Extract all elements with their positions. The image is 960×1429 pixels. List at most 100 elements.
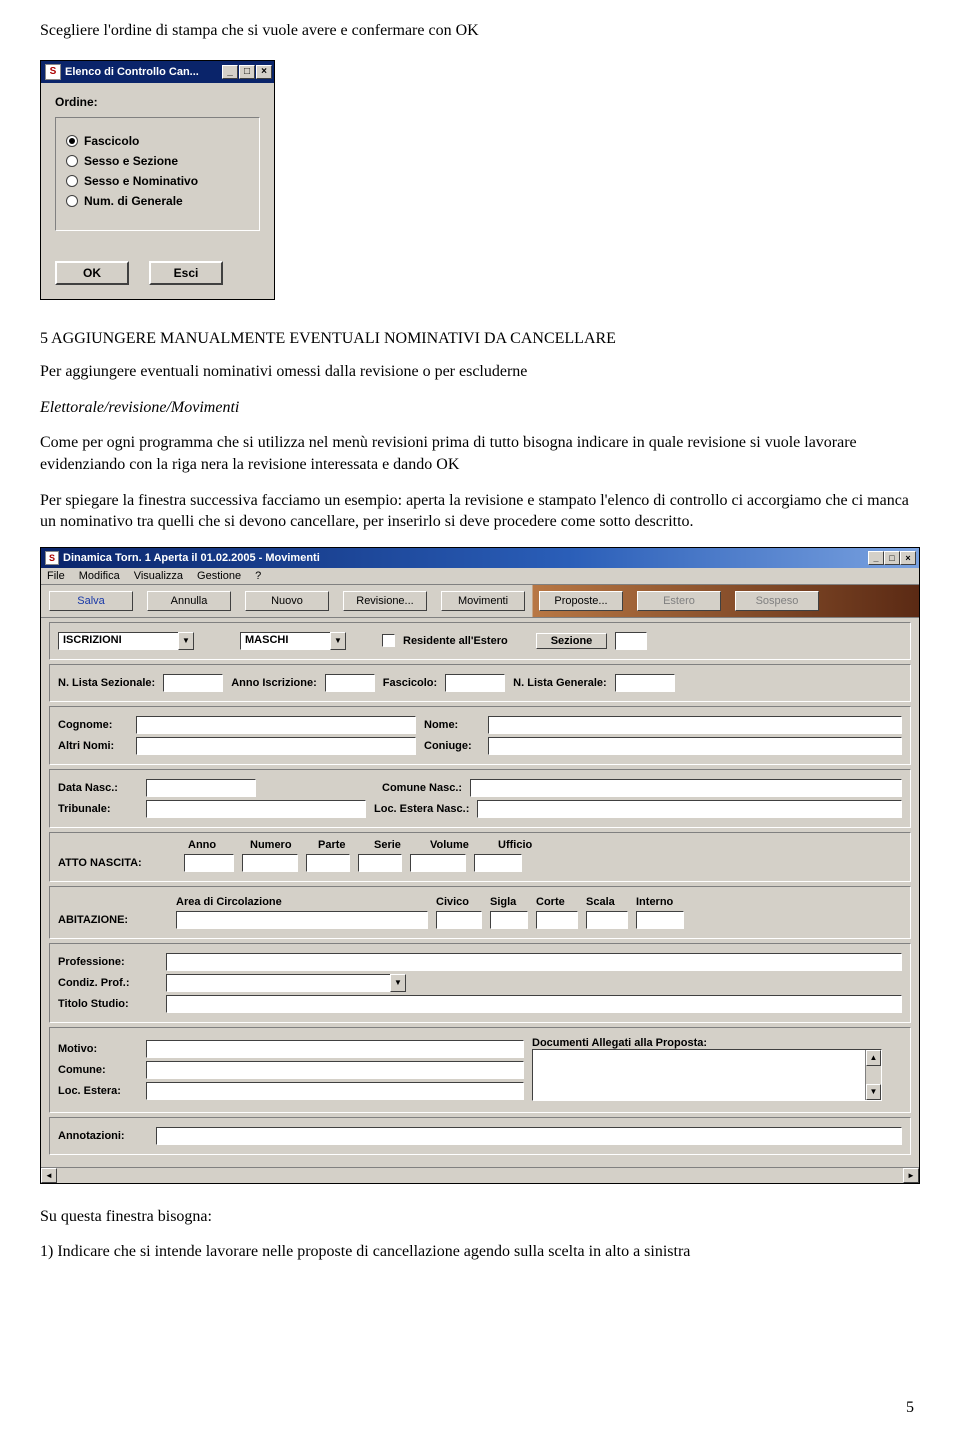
coniuge-input[interactable] (488, 737, 902, 755)
radio-label: Num. di Generale (84, 194, 183, 208)
section5-p3: Per spiegare la finestra successiva facc… (40, 490, 920, 533)
anno-iscr-input[interactable] (325, 674, 375, 692)
minimize-icon[interactable]: _ (868, 551, 884, 565)
scala-input[interactable] (586, 911, 628, 929)
loc-estera-nasc-input[interactable] (477, 800, 902, 818)
comune-label: Comune: (58, 1064, 138, 1076)
menu-visualizza[interactable]: Visualizza (134, 570, 183, 582)
horizontal-scrollbar[interactable]: ◄ ► (41, 1167, 919, 1183)
nome-input[interactable] (488, 716, 902, 734)
atto-volume-input[interactable] (410, 854, 466, 872)
cognome-input[interactable] (136, 716, 416, 734)
toolbar: Salva Annulla Nuovo Revisione... Movimen… (41, 585, 919, 618)
menubar: File Modifica Visualizza Gestione ? (41, 568, 919, 585)
atto-serie-input[interactable] (358, 854, 402, 872)
interno-input[interactable] (636, 911, 684, 929)
maschi-dropdown[interactable]: MASCHI ▼ (240, 632, 346, 650)
professione-input[interactable] (166, 953, 902, 971)
ordine-group: Fascicolo Sesso e Sezione Sesso e Nomina… (55, 117, 260, 231)
col-ufficio: Ufficio (498, 839, 546, 851)
doc-allegati-textarea[interactable]: ▲ ▼ (532, 1049, 882, 1101)
radio-sesso-sezione[interactable]: Sesso e Sezione (66, 154, 249, 168)
maximize-icon[interactable]: □ (239, 65, 255, 79)
scroll-right-icon[interactable]: ► (903, 1168, 919, 1183)
data-nasc-input[interactable] (146, 779, 256, 797)
condiz-prof-dropdown[interactable]: ▼ (166, 974, 406, 992)
section5-heading: 5 AGGIUNGERE MANUALMENTE EVENTUALI NOMIN… (40, 328, 920, 350)
cognome-label: Cognome: (58, 719, 128, 731)
menu-gestione[interactable]: Gestione (197, 570, 241, 582)
titolo-studio-input[interactable] (166, 995, 902, 1013)
menu-help[interactable]: ? (255, 570, 261, 582)
scrollbar[interactable]: ▲ ▼ (865, 1050, 881, 1100)
loc-estera-label: Loc. Estera: (58, 1085, 138, 1097)
close-icon[interactable]: × (256, 65, 272, 79)
intro-paragraph: Scegliere l'ordine di stampa che si vuol… (40, 20, 920, 42)
radio-sesso-nominativo[interactable]: Sesso e Nominativo (66, 174, 249, 188)
scroll-left-icon[interactable]: ◄ (41, 1168, 57, 1183)
ordine-label: Ordine: (55, 95, 260, 109)
revisione-button[interactable]: Revisione... (343, 591, 427, 611)
atto-numero-input[interactable] (242, 854, 298, 872)
nome-label: Nome: (424, 719, 480, 731)
app-icon: S (45, 64, 61, 80)
annulla-button[interactable]: Annulla (147, 591, 231, 611)
data-nasc-label: Data Nasc.: (58, 782, 138, 794)
estero-button[interactable]: Estero (637, 591, 721, 611)
altri-nomi-label: Altri Nomi: (58, 740, 128, 752)
comune-input[interactable] (146, 1061, 524, 1079)
salva-button[interactable]: Salva (49, 591, 133, 611)
maximize-icon[interactable]: □ (884, 551, 900, 565)
atto-nascita-label: ATTO NASCITA: (58, 857, 176, 869)
sezione-button[interactable]: Sezione (536, 633, 608, 649)
coniuge-label: Coniuge: (424, 740, 480, 752)
n-lista-gen-input[interactable] (615, 674, 675, 692)
movimenti-window: S Dinamica Torn. 1 Aperta il 01.02.2005 … (40, 547, 920, 1184)
movimenti-button[interactable]: Movimenti (441, 591, 525, 611)
n-lista-sez-label: N. Lista Sezionale: (58, 677, 155, 689)
nuovo-button[interactable]: Nuovo (245, 591, 329, 611)
fascicolo-input[interactable] (445, 674, 505, 692)
atto-ufficio-input[interactable] (474, 854, 522, 872)
ok-button[interactable]: OK (55, 261, 129, 285)
condiz-prof-label: Condiz. Prof.: (58, 977, 158, 989)
win2-title: Dinamica Torn. 1 Aperta il 01.02.2005 - … (63, 552, 868, 564)
loc-estera-input[interactable] (146, 1082, 524, 1100)
residente-estero-checkbox[interactable] (382, 634, 395, 647)
sezione-input[interactable] (615, 632, 647, 650)
close-icon[interactable]: × (900, 551, 916, 565)
iscrizioni-dropdown[interactable]: ISCRIZIONI ▼ (58, 632, 194, 650)
scroll-up-icon[interactable]: ▲ (866, 1050, 881, 1066)
esci-button[interactable]: Esci (149, 261, 223, 285)
corte-input[interactable] (536, 911, 578, 929)
n-lista-sez-input[interactable] (163, 674, 223, 692)
radio-num-generale[interactable]: Num. di Generale (66, 194, 249, 208)
radio-fascicolo[interactable]: Fascicolo (66, 134, 249, 148)
maschi-value: MASCHI (240, 632, 330, 650)
area-circ-input[interactable] (176, 911, 428, 929)
tribunale-label: Tribunale: (58, 803, 138, 815)
menu-file[interactable]: File (47, 570, 65, 582)
motivo-input[interactable] (146, 1040, 524, 1058)
col-serie: Serie (374, 839, 418, 851)
radio-icon (66, 175, 78, 187)
annotazioni-label: Annotazioni: (58, 1130, 148, 1142)
atto-parte-input[interactable] (306, 854, 350, 872)
interno-label: Interno (636, 896, 692, 908)
col-parte: Parte (318, 839, 362, 851)
comune-nasc-input[interactable] (470, 779, 902, 797)
annotazioni-input[interactable] (156, 1127, 902, 1145)
sospeso-button[interactable]: Sospeso (735, 591, 819, 611)
col-volume: Volume (430, 839, 486, 851)
sigla-input[interactable] (490, 911, 528, 929)
fascicolo-label: Fascicolo: (383, 677, 437, 689)
altri-nomi-input[interactable] (136, 737, 416, 755)
tribunale-input[interactable] (146, 800, 366, 818)
menu-modifica[interactable]: Modifica (79, 570, 120, 582)
atto-anno-input[interactable] (184, 854, 234, 872)
residente-estero-label: Residente all'Estero (403, 635, 508, 647)
minimize-icon[interactable]: _ (222, 65, 238, 79)
civico-input[interactable] (436, 911, 482, 929)
scroll-down-icon[interactable]: ▼ (866, 1084, 881, 1100)
proposte-button[interactable]: Proposte... (539, 591, 623, 611)
